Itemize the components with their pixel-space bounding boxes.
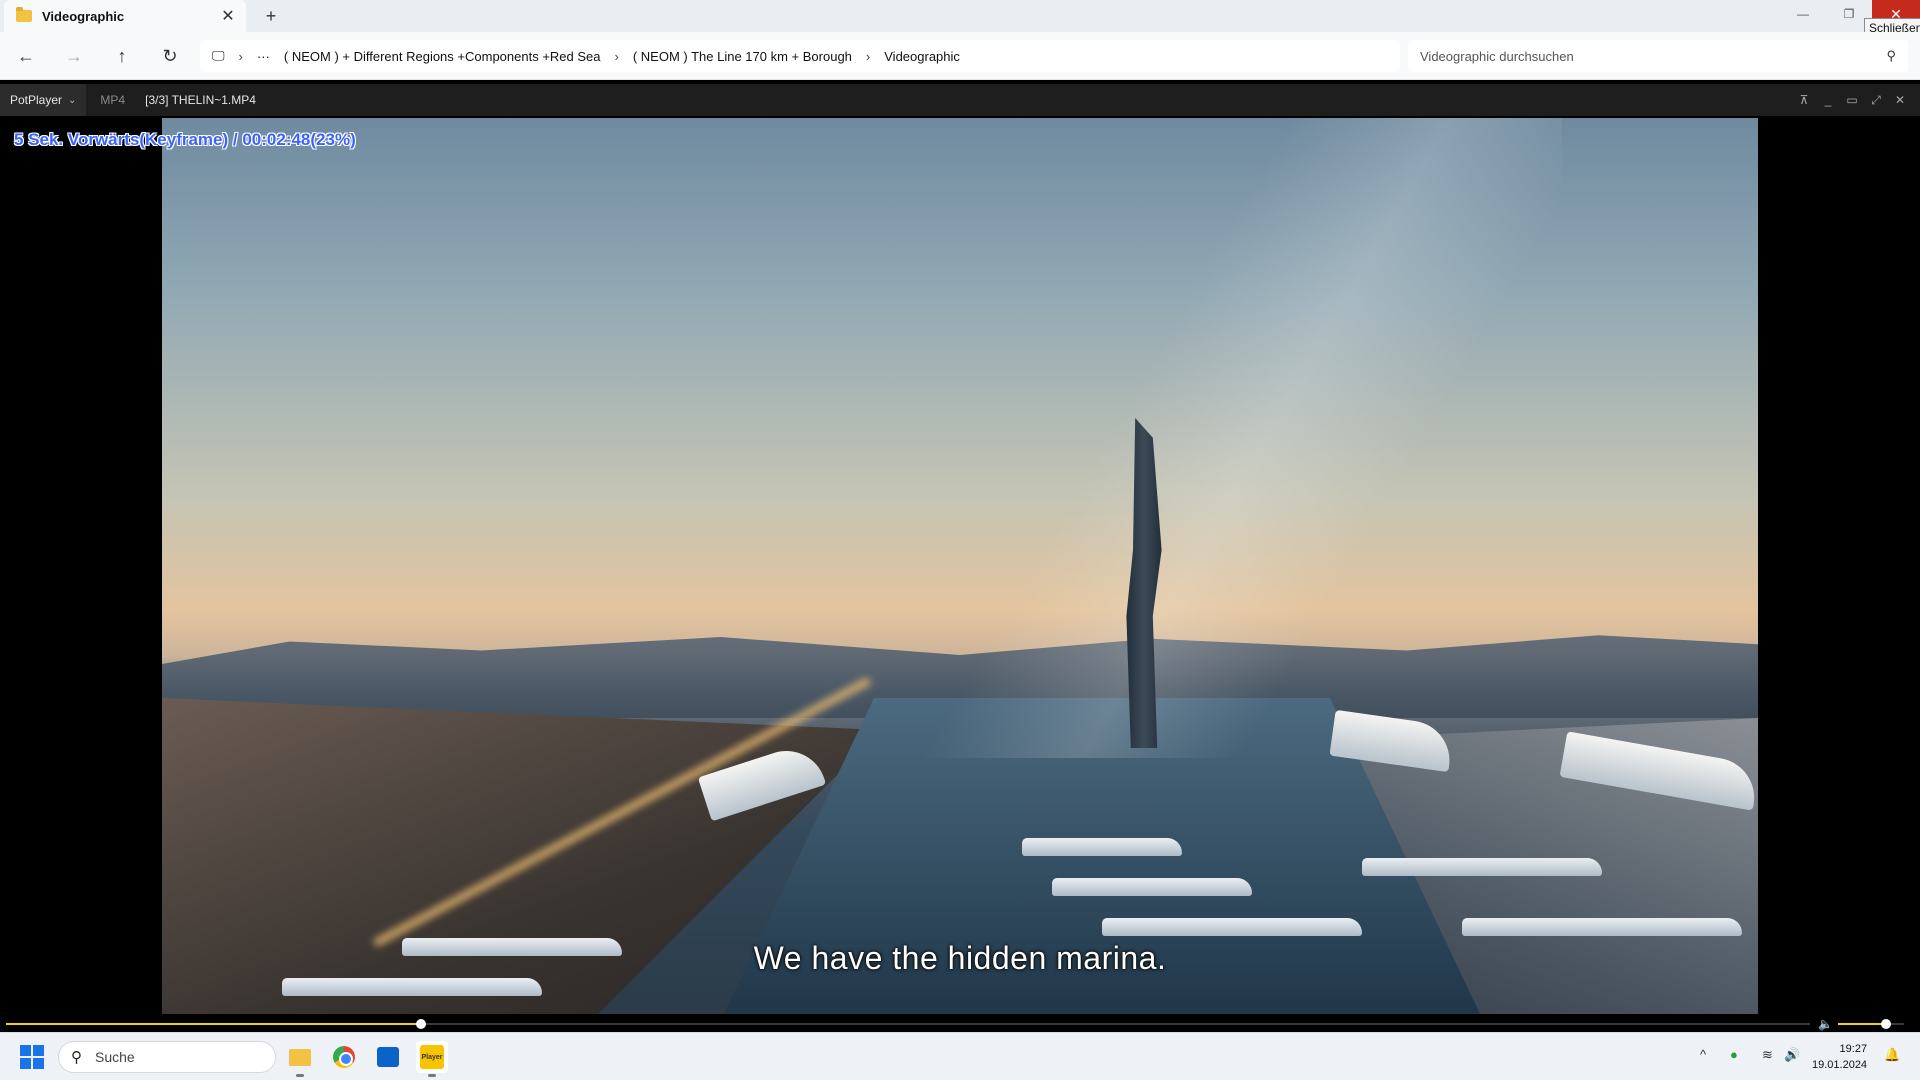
video-yacht (1362, 858, 1602, 876)
windows-logo-icon (33, 1045, 44, 1056)
taskbar-search-box[interactable]: ⚲ Suche (58, 1041, 276, 1073)
seek-progress (6, 1023, 421, 1025)
chrome-icon (333, 1046, 355, 1068)
taskbar-file-explorer[interactable] (284, 1041, 316, 1077)
video-yacht (1022, 838, 1182, 856)
running-indicator (428, 1074, 436, 1077)
file-title: [3/3] THELIN~1.MP4 (145, 93, 256, 107)
volume-level (1838, 1023, 1886, 1025)
address-bar[interactable]: 🖵 › ··· ( NEOM ) + Different Regions +Co… (200, 40, 1400, 72)
explorer-tab[interactable]: Videographic ✕ (4, 0, 246, 32)
new-tab-button[interactable]: + (258, 4, 284, 28)
explorer-navbar: ← → ↑ ↻ 🖵 › ··· ( NEOM ) + Different Reg… (0, 32, 1920, 80)
taskbar-clock[interactable]: 19:27 19.01.2024 (1812, 1041, 1867, 1073)
video-yacht (1052, 878, 1252, 896)
microsoft-store-icon (377, 1047, 399, 1067)
taskbar-chrome[interactable] (328, 1041, 360, 1073)
video-yacht (1102, 918, 1362, 936)
tab-title: Videographic (42, 8, 125, 24)
seek-bar-area: 🔈 (0, 1016, 1920, 1032)
wifi-icon[interactable]: ≋ (1762, 1047, 1773, 1063)
search-icon: ⚲ (71, 1049, 82, 1066)
volume-handle[interactable] (1880, 1019, 1891, 1029)
chevron-right-icon: › (865, 48, 871, 64)
explorer-titlebar: Videographic ✕ + — ❐ ✕ Schließen (0, 0, 1920, 38)
taskbar-search-label: Suche (95, 1049, 135, 1065)
windows-logo-icon (20, 1058, 31, 1069)
monitor-icon[interactable]: 🖵 (212, 48, 225, 64)
video-yacht (282, 978, 542, 996)
chevron-right-icon: › (614, 48, 619, 64)
potplayer-icon: Player (420, 1045, 444, 1069)
volume-slider[interactable] (1838, 1019, 1904, 1029)
fullscreen-button[interactable]: ⤢ (1864, 88, 1888, 112)
format-label: MP4 (100, 93, 126, 107)
chevron-down-icon: ⌄ (68, 94, 77, 106)
taskbar-potplayer[interactable]: Player (416, 1041, 448, 1077)
player-titlebar: PotPlayer ⌄ MP4 [3/3] THELIN~1.MP4 ⊼ _ ▭… (0, 84, 1920, 116)
player-maximize-button[interactable]: ▭ (1840, 88, 1864, 112)
video-frame[interactable]: We have the hidden marina. (162, 118, 1758, 1014)
breadcrumb-item[interactable]: ( NEOM ) The Line 170 km + Borough (633, 49, 852, 64)
chevron-right-icon: › (238, 48, 243, 64)
forward-button[interactable]: → (58, 42, 90, 70)
video-light-beam (862, 118, 1562, 758)
up-button[interactable]: ↑ (106, 42, 138, 70)
breadcrumb-item[interactable]: Videographic (884, 49, 960, 64)
close-tab-button[interactable]: ✕ (216, 4, 240, 28)
seek-bar[interactable] (6, 1019, 1810, 1029)
security-shield-icon[interactable]: ● (1730, 1047, 1738, 1062)
file-explorer-icon (289, 1048, 311, 1066)
seek-handle[interactable] (415, 1019, 426, 1029)
refresh-button[interactable]: ↻ (154, 42, 186, 70)
osd-message: 5 Sek. Vorwärts(Keyframe) / 00:02:48(23%… (14, 130, 356, 149)
breadcrumb-item[interactable]: ( NEOM ) + Different Regions +Components… (284, 49, 601, 64)
search-icon[interactable]: ⚲ (1886, 48, 1896, 64)
back-button[interactable]: ← (10, 42, 42, 70)
speaker-icon[interactable]: 🔈 (1818, 1017, 1833, 1031)
player-minimize-button[interactable]: _ (1816, 88, 1840, 112)
running-indicator (296, 1074, 304, 1077)
search-placeholder: Videographic durchsuchen (1420, 48, 1574, 64)
taskbar: ⚲ Suche Player ^ ● ≋ 🔊 19:27 19.01.2024 … (0, 1032, 1920, 1080)
pin-icon[interactable]: ⊼ (1792, 88, 1816, 112)
video-yacht (1462, 918, 1742, 936)
clock-date: 19.01.2024 (1812, 1059, 1868, 1071)
player-close-button[interactable]: ✕ (1888, 88, 1912, 112)
player-window-controls: ⊼ _ ▭ ⤢ ✕ (1792, 84, 1912, 116)
subtitle-text: We have the hidden marina. (753, 940, 1167, 976)
desktop: Videographic ✕ + — ❐ ✕ Schließen ← → ↑ ↻… (0, 0, 1920, 1080)
folder-icon (16, 7, 32, 22)
minimize-button[interactable]: — (1780, 0, 1826, 28)
windows-logo-icon (20, 1045, 31, 1056)
windows-start-button[interactable] (20, 1045, 44, 1069)
notification-bell-icon[interactable]: 🔔 (1884, 1047, 1900, 1063)
potplayer-menu-button[interactable]: PotPlayer ⌄ (0, 84, 87, 116)
potplayer-menu-label: PotPlayer (10, 93, 63, 107)
potplayer-window: PotPlayer ⌄ MP4 [3/3] THELIN~1.MP4 ⊼ _ ▭… (0, 84, 1920, 1032)
taskbar-store[interactable] (372, 1041, 404, 1073)
speaker-icon[interactable]: 🔊 (1784, 1047, 1800, 1063)
search-input[interactable]: Videographic durchsuchen ⚲ (1408, 40, 1908, 72)
windows-logo-icon (33, 1058, 44, 1069)
tray-overflow-chevron-icon[interactable]: ^ (1700, 1047, 1706, 1062)
clock-time: 19:27 (1839, 1043, 1868, 1055)
more-crumbs-button[interactable]: ··· (257, 49, 270, 64)
